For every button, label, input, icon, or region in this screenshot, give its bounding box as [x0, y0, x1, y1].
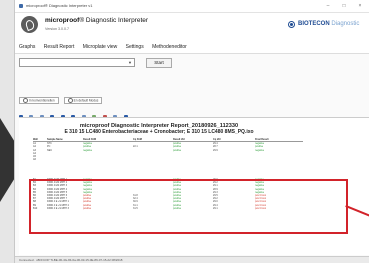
- menu-microplate-view[interactable]: Microplate view: [83, 44, 117, 50]
- title-bar: microproof® Diagnostic Interpreter v1 – …: [15, 0, 369, 13]
- menu-graphs[interactable]: Graphs: [19, 44, 35, 50]
- close-icon[interactable]: ×: [353, 0, 367, 12]
- maximize-icon[interactable]: □: [337, 0, 351, 12]
- mode-radio-2[interactable]: En default Modus: [63, 97, 103, 104]
- menu-settings[interactable]: Settings: [126, 44, 144, 50]
- microproof-logo: [21, 16, 38, 33]
- status-bar: Connected · v8FFCOP TLBE-06-4G-84-6a-06-…: [15, 256, 369, 263]
- menu-result-report[interactable]: Result Report: [44, 44, 75, 50]
- menu-methodeneditor[interactable]: Methodeneditor: [152, 44, 187, 50]
- start-button[interactable]: Start: [146, 58, 172, 68]
- biotecon-brand: BIOTECON Diagnostic: [298, 21, 360, 27]
- file-select[interactable]: ▼: [19, 58, 135, 67]
- report-subtitle: E 310 15 LC480 Enterobacteriaceae + Cron…: [64, 129, 254, 135]
- app-title: microproof® Diagnostic Interpreter: [45, 17, 149, 24]
- run-toolbar: ▼ Start: [15, 56, 369, 70]
- chevron-down-icon: ▼: [128, 60, 132, 65]
- mode-radio-group: In konventionellen En default Modus: [19, 97, 106, 105]
- table-cell-well: A6: [33, 158, 36, 162]
- window-title: microproof® Diagnostic Interpreter v1: [26, 3, 93, 8]
- report-toolbar: [19, 108, 130, 119]
- results-table-top: Well Sample Name Result FAM Cq FAM Resul…: [33, 138, 303, 161]
- biotecon-logo-icon: [288, 21, 295, 28]
- app-icon: [19, 4, 23, 8]
- status-text: Connected · v8FFCOP TLBE-06-4G-84-6a-06-…: [19, 258, 123, 262]
- mode-radio-1[interactable]: In konventionellen: [19, 97, 59, 104]
- app-header: microproof® Diagnostic Interpreter Versi…: [15, 13, 369, 41]
- app-version: Version 3.0.0.7: [45, 27, 69, 31]
- menu-bar: Graphs Result Report Microplate view Set…: [15, 41, 369, 54]
- minimize-icon[interactable]: –: [321, 0, 335, 12]
- table-row: A6: [33, 158, 303, 161]
- highlight-box: [29, 179, 348, 234]
